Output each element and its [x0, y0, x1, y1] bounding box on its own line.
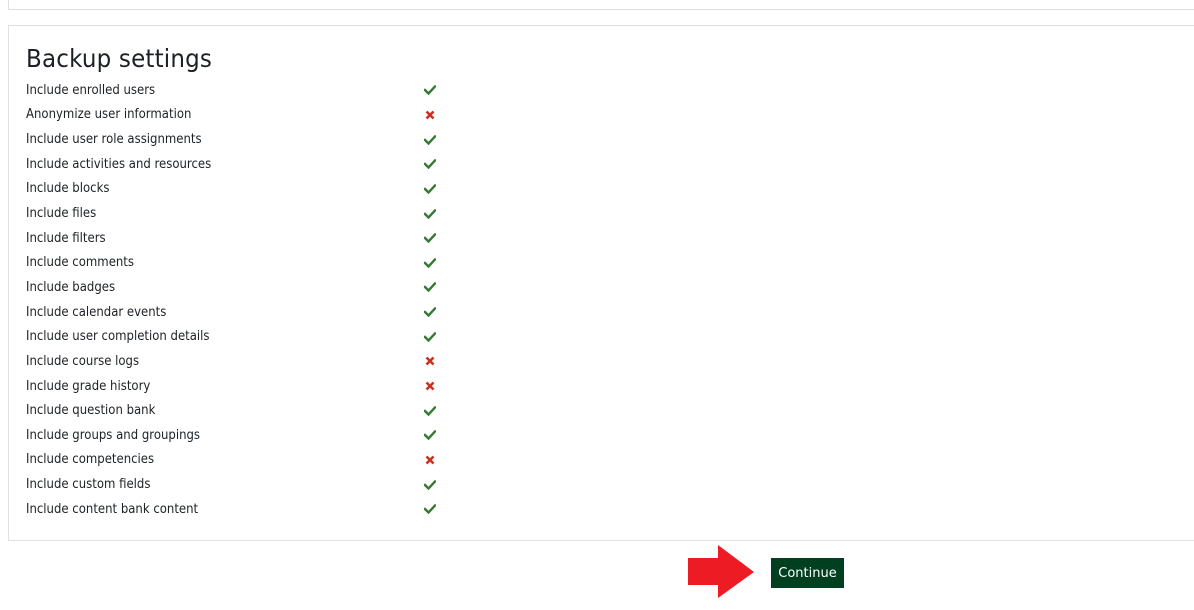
setting-label: Include custom fields [26, 477, 151, 493]
backup-settings-card: Backup settings Include enrolled users An… [8, 25, 1194, 541]
setting-row: Include enrolled users [26, 78, 476, 103]
setting-label: Include blocks [26, 181, 110, 197]
check-icon [424, 331, 436, 343]
check-icon [424, 232, 436, 244]
check-icon [424, 281, 436, 293]
setting-label: Include calendar events [26, 304, 167, 320]
setting-row: Include course logs [26, 349, 476, 374]
check-icon [424, 183, 436, 195]
setting-row: Include comments [26, 250, 476, 275]
setting-label: Include content bank content [26, 501, 199, 517]
setting-label: Include activities and resources [26, 156, 212, 172]
check-icon [424, 257, 436, 269]
setting-row: Anonymize user information [26, 103, 476, 128]
setting-row: Include groups and groupings [26, 423, 476, 448]
check-icon [424, 479, 436, 491]
setting-label: Include enrolled users [26, 82, 156, 98]
setting-label: Include course logs [26, 353, 140, 369]
setting-row: Include content bank content [26, 497, 476, 522]
check-icon [424, 503, 436, 515]
setting-label: Anonymize user information [26, 107, 192, 123]
check-icon [424, 84, 436, 96]
setting-row: Include user role assignments [26, 127, 476, 152]
section-title: Backup settings [26, 44, 213, 73]
setting-label: Include comments [26, 255, 134, 271]
setting-label: Include files [26, 206, 97, 222]
setting-row: Include files [26, 201, 476, 226]
setting-label: Include filters [26, 230, 106, 246]
setting-row: Include badges [26, 275, 476, 300]
setting-row: Include user completion details [26, 324, 476, 349]
setting-row: Include filters [26, 226, 476, 251]
setting-row: Include activities and resources [26, 152, 476, 177]
setting-row: Include question bank [26, 398, 476, 423]
check-icon [424, 405, 436, 417]
setting-row: Include competencies [26, 448, 476, 473]
check-icon [424, 429, 436, 441]
settings-list: Include enrolled users Anonymize user inf… [26, 78, 476, 522]
setting-label: Include user role assignments [26, 132, 202, 148]
cross-icon [424, 355, 436, 367]
setting-label: Include competencies [26, 452, 155, 468]
setting-label: Include groups and groupings [26, 427, 201, 443]
previous-section-card [8, 0, 1194, 10]
continue-wrap: Continue [771, 558, 844, 588]
check-icon [424, 134, 436, 146]
setting-label: Include badges [26, 279, 116, 295]
cross-icon [424, 109, 436, 121]
red-arrow-icon [688, 545, 754, 598]
check-icon [424, 208, 436, 220]
cross-icon [424, 380, 436, 392]
continue-button[interactable]: Continue [771, 558, 844, 588]
setting-label: Include grade history [26, 378, 151, 394]
setting-label: Include question bank [26, 403, 156, 419]
setting-row: Include calendar events [26, 300, 476, 325]
check-icon [424, 306, 436, 318]
setting-label: Include user completion details [26, 329, 210, 345]
setting-row: Include blocks [26, 177, 476, 202]
setting-row: Include custom fields [26, 472, 476, 497]
check-icon [424, 158, 436, 170]
cross-icon [424, 454, 436, 466]
setting-row: Include grade history [26, 374, 476, 399]
